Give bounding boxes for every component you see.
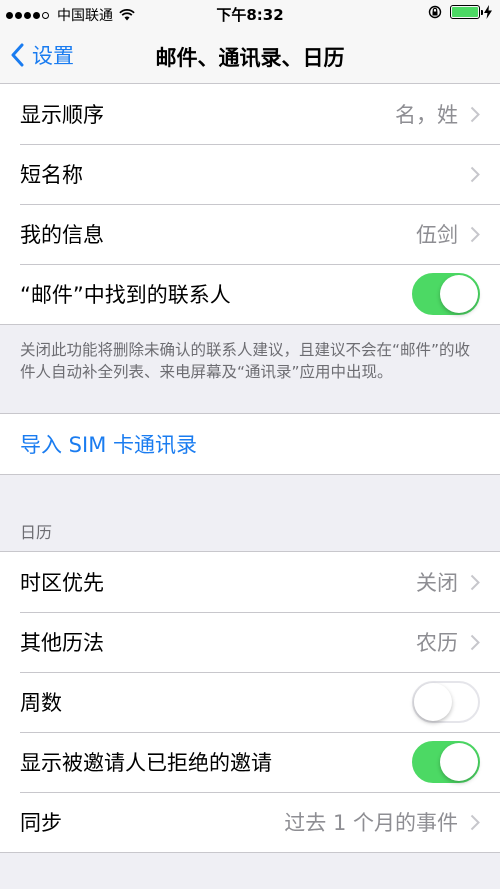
battery-icon — [450, 5, 483, 19]
calendar-settings-group: 时区优先 关闭 其他历法 农历 周数 显示被邀请人已拒绝的邀请 同步 过去 1 … — [0, 551, 500, 853]
display-order-row[interactable]: 显示顺序 名，姓 — [0, 84, 500, 144]
my-info-row[interactable]: 我的信息 伍剑 — [0, 204, 500, 264]
alternate-calendar-row[interactable]: 其他历法 农历 — [0, 612, 500, 672]
display-order-label: 显示顺序 — [20, 103, 104, 127]
short-name-label: 短名称 — [20, 163, 83, 187]
found-in-mail-toggle[interactable] — [412, 273, 480, 315]
chevron-right-icon — [470, 226, 480, 242]
import-sim-group: 导入 SIM 卡通讯录 — [0, 413, 500, 475]
status-time: 下午8:32 — [216, 6, 284, 24]
charging-bolt-icon — [484, 5, 492, 19]
alternate-calendar-label: 其他历法 — [20, 631, 104, 655]
status-right — [428, 5, 492, 19]
display-order-value: 名，姓 — [395, 103, 458, 127]
chevron-right-icon — [470, 634, 480, 650]
status-bar: 中国联通 下午8:32 — [0, 0, 500, 28]
show-declined-toggle[interactable] — [412, 741, 480, 783]
week-numbers-toggle[interactable] — [412, 681, 480, 723]
rotation-lock-icon — [428, 5, 442, 19]
show-declined-label: 显示被邀请人已拒绝的邀请 — [20, 751, 272, 775]
found-in-mail-row: “邮件”中找到的联系人 — [0, 264, 500, 324]
chevron-right-icon — [470, 574, 480, 590]
timezone-override-value: 关闭 — [416, 571, 458, 595]
week-numbers-row: 周数 — [0, 672, 500, 732]
week-numbers-label: 周数 — [20, 691, 62, 715]
navigation-bar: 设置 邮件、通讯录、日历 — [0, 28, 500, 84]
import-sim-label: 导入 SIM 卡通讯录 — [20, 433, 197, 457]
contacts-settings-group: 显示顺序 名，姓 短名称 我的信息 伍剑 “邮件”中找到的联系人 — [0, 84, 500, 325]
timezone-override-row[interactable]: 时区优先 关闭 — [0, 552, 500, 612]
calendar-section-header: 日历 — [20, 523, 53, 542]
settings-content: 显示顺序 名，姓 短名称 我的信息 伍剑 “邮件”中找到的联系人 关闭此功能将删… — [0, 84, 500, 853]
my-info-value: 伍剑 — [416, 223, 458, 247]
found-in-mail-footer: 关闭此功能将删除未确认的联系人建议，且建议不会在“邮件”的收件人自动补全列表、来… — [20, 341, 471, 381]
chevron-right-icon — [470, 814, 480, 830]
my-info-label: 我的信息 — [20, 223, 104, 247]
sync-value: 过去 1 个月的事件 — [284, 811, 458, 835]
import-sim-button[interactable]: 导入 SIM 卡通讯录 — [0, 414, 500, 474]
chevron-right-icon — [470, 166, 480, 182]
sync-row[interactable]: 同步 过去 1 个月的事件 — [0, 792, 500, 852]
short-name-row[interactable]: 短名称 — [0, 144, 500, 204]
show-declined-row: 显示被邀请人已拒绝的邀请 — [0, 732, 500, 792]
timezone-override-label: 时区优先 — [20, 571, 104, 595]
page-title: 邮件、通讯录、日历 — [155, 46, 345, 70]
alternate-calendar-value: 农历 — [416, 631, 458, 655]
found-in-mail-label: “邮件”中找到的联系人 — [20, 283, 231, 307]
sync-label: 同步 — [20, 811, 62, 835]
chevron-right-icon — [470, 106, 480, 122]
